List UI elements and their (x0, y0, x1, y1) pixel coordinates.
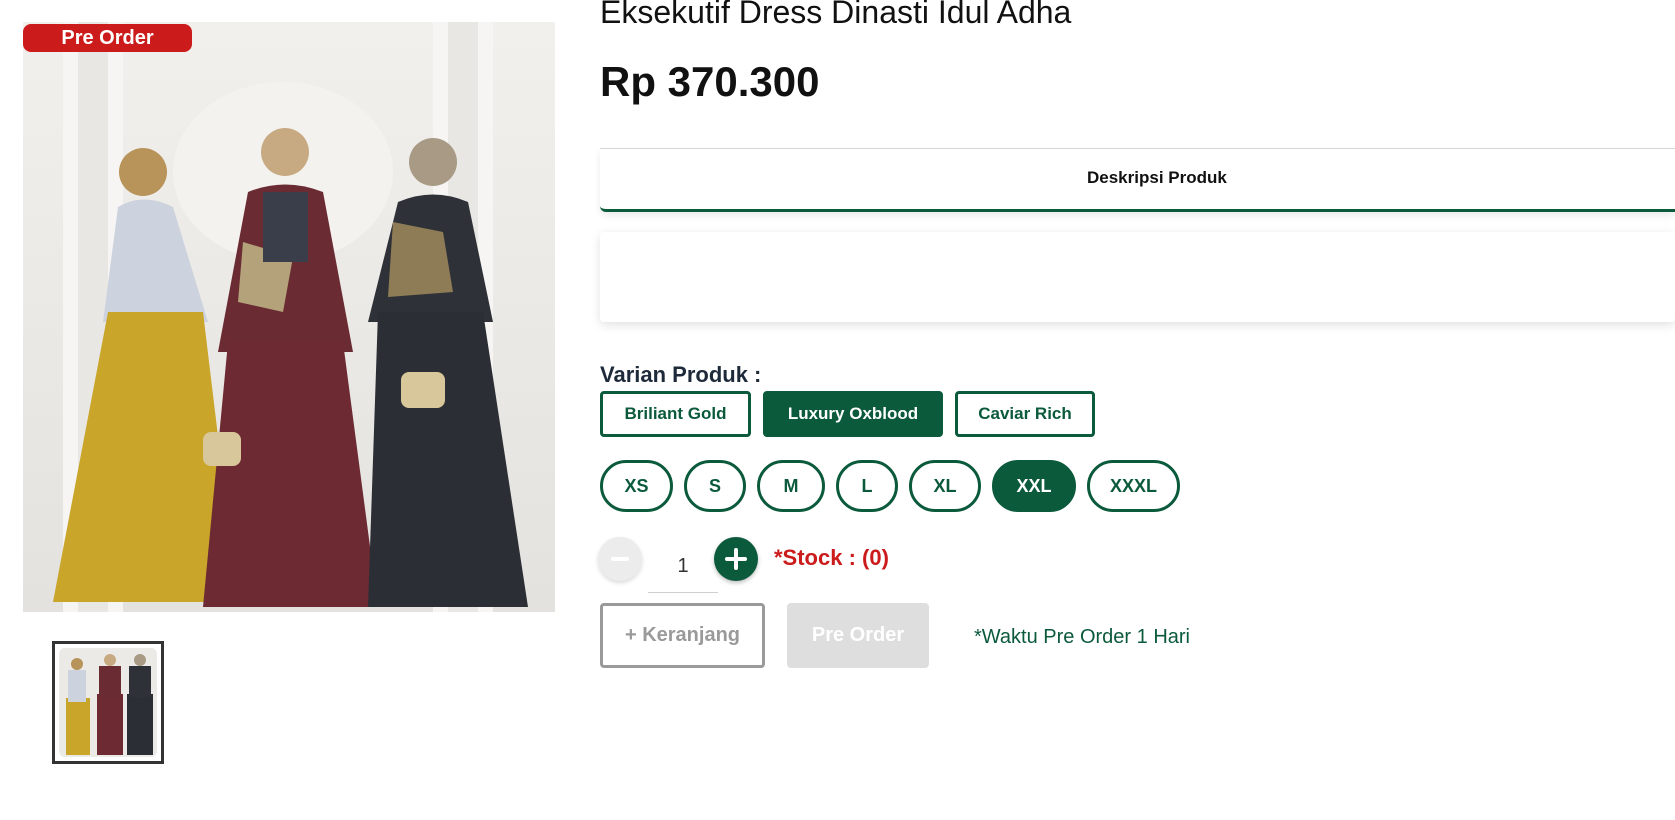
size-xs[interactable]: XS (600, 460, 673, 512)
description-tab-bar: Deskripsi Produk (600, 148, 1675, 212)
quantity-increase-button[interactable] (714, 537, 758, 581)
stock-status: *Stock : (0) (774, 545, 889, 570)
size-xxxl[interactable]: XXXL (1087, 460, 1180, 512)
size-xxl[interactable]: XXL (992, 460, 1076, 512)
product-photo-illustration (23, 22, 555, 612)
size-l[interactable]: L (836, 460, 898, 512)
product-price: Rp 370.300 (600, 58, 820, 105)
product-main-image[interactable] (23, 22, 555, 612)
pre-order-button[interactable]: Pre Order (787, 603, 929, 668)
thumbnail-photo-illustration (59, 648, 157, 757)
product-thumbnail[interactable] (52, 641, 164, 764)
product-title: Eksekutif Dress Dinasti Idul Adha (600, 0, 1072, 30)
add-to-cart-button[interactable]: + Keranjang (600, 603, 765, 668)
size-m[interactable]: M (757, 460, 825, 512)
variant-caviar-rich[interactable]: Caviar Rich (955, 391, 1095, 437)
minus-icon (611, 557, 629, 561)
pre-order-time-note: *Waktu Pre Order 1 Hari (974, 626, 1190, 648)
description-panel (600, 232, 1675, 322)
quantity-decrease-button[interactable] (598, 537, 642, 581)
variant-label: Varian Produk : (600, 362, 762, 387)
size-s[interactable]: S (684, 460, 746, 512)
variant-luxury-oxblood[interactable]: Luxury Oxblood (763, 391, 943, 437)
quantity-input[interactable] (648, 540, 718, 593)
size-xl[interactable]: XL (909, 460, 981, 512)
tab-description[interactable]: Deskripsi Produk (1087, 168, 1227, 188)
variant-briliant-gold[interactable]: Briliant Gold (600, 391, 751, 437)
pre-order-badge: Pre Order (23, 24, 192, 52)
